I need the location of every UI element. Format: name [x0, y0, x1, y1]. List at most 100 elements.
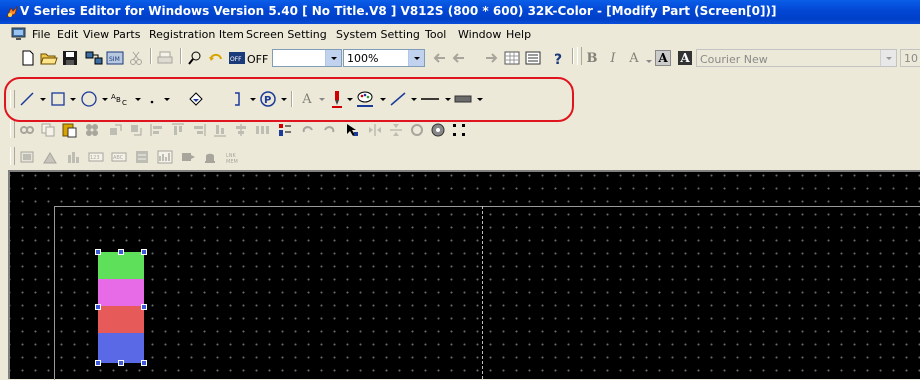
text-icon: ABC: [111, 93, 127, 107]
italic-button[interactable]: I: [603, 48, 623, 68]
off-toggle-button[interactable]: OFF: [227, 48, 247, 68]
memory-button[interactable]: LNK MEM: [223, 147, 243, 167]
menu-edit[interactable]: Edit: [57, 28, 78, 41]
selected-lamp-part[interactable]: [95, 249, 147, 366]
simulator-icon: SIM: [106, 51, 124, 65]
alarm-button[interactable]: [200, 147, 220, 167]
copy-button[interactable]: [38, 120, 58, 140]
resize-handle[interactable]: [141, 360, 147, 366]
resize-handle[interactable]: [95, 360, 101, 366]
open-file-button[interactable]: [39, 48, 59, 68]
zoom-button[interactable]: [185, 48, 205, 68]
resize-handle[interactable]: [141, 249, 147, 255]
bold-button[interactable]: B: [582, 48, 602, 68]
off-dropdown[interactable]: [272, 49, 342, 67]
distribute-button[interactable]: [252, 120, 272, 140]
align-bottom-button[interactable]: [210, 120, 230, 140]
menu-help[interactable]: Help: [506, 28, 531, 41]
rectangle-tool-button[interactable]: [48, 89, 68, 109]
menu-system-setting[interactable]: System Setting: [336, 28, 420, 41]
snap-button[interactable]: [428, 120, 448, 140]
message-button[interactable]: [132, 147, 152, 167]
pattern-tool-button[interactable]: P: [258, 89, 278, 109]
text-tool-button[interactable]: ABC: [110, 89, 130, 109]
dot-tool-button[interactable]: [142, 89, 162, 109]
fill-tool-button[interactable]: [186, 89, 206, 109]
undo-button[interactable]: [206, 48, 226, 68]
center-icon: [236, 124, 246, 136]
font-a-icon: A: [302, 91, 312, 107]
font-size-dropdown[interactable]: 10: [900, 49, 920, 67]
resize-handle[interactable]: [118, 249, 124, 255]
document-window-icon[interactable]: [11, 27, 26, 41]
fill-color-button[interactable]: [453, 89, 473, 109]
cut-button[interactable]: [126, 48, 146, 68]
new-file-button[interactable]: [18, 48, 38, 68]
rotate-right-button[interactable]: [319, 120, 339, 140]
save-button[interactable]: [60, 48, 80, 68]
paste-button[interactable]: [59, 120, 79, 140]
graph-part-button[interactable]: [63, 147, 83, 167]
bring-front-button[interactable]: [105, 120, 125, 140]
menu-parts[interactable]: Parts: [113, 28, 140, 41]
link-button[interactable]: [17, 120, 37, 140]
resize-handle[interactable]: [95, 249, 101, 255]
menu-tool[interactable]: Tool: [425, 28, 446, 41]
chart-button[interactable]: [155, 147, 175, 167]
line-style-button[interactable]: [388, 89, 408, 109]
mirror-button[interactable]: [386, 120, 406, 140]
line-tool-button[interactable]: [17, 89, 37, 109]
zoom-dropdown[interactable]: 100%: [343, 49, 425, 67]
text-shadow-button[interactable]: A: [675, 48, 695, 68]
menu-window[interactable]: Window: [458, 28, 501, 41]
font-name-dropdown[interactable]: [696, 49, 897, 67]
help-button[interactable]: ?: [548, 48, 568, 68]
menu-screen-setting[interactable]: Screen Setting: [246, 28, 327, 41]
char-display-button[interactable]: ABC: [109, 147, 129, 167]
rotate-left-button[interactable]: [298, 120, 318, 140]
group-button[interactable]: [82, 120, 102, 140]
property-button[interactable]: [275, 120, 295, 140]
lamp-part-button[interactable]: [40, 147, 60, 167]
resize-handle[interactable]: [118, 360, 124, 366]
sample-button[interactable]: [178, 147, 198, 167]
prev-screen-button[interactable]: [429, 48, 449, 68]
print-button[interactable]: [155, 48, 175, 68]
pointer-button[interactable]: [342, 120, 362, 140]
title-bar: V Series Editor for Windows Version 5.40…: [0, 0, 920, 24]
back-button[interactable]: [450, 48, 470, 68]
text-color-button[interactable]: A: [297, 89, 317, 109]
menu-view[interactable]: View: [83, 28, 109, 41]
simulator-button[interactable]: SIM: [105, 48, 125, 68]
menu-registration-item[interactable]: Registration Item: [149, 28, 244, 41]
switch-part-button[interactable]: [17, 147, 37, 167]
circle-tool-button[interactable]: [79, 89, 99, 109]
menu-file[interactable]: File: [32, 28, 50, 41]
bracket-tool-button[interactable]: [227, 89, 247, 109]
resize-handle[interactable]: [95, 304, 101, 310]
redraw-button[interactable]: [407, 120, 427, 140]
align-top-button[interactable]: [168, 120, 188, 140]
align-right-button[interactable]: [189, 120, 209, 140]
flip-button[interactable]: [365, 120, 385, 140]
resize-handle[interactable]: [141, 304, 147, 310]
screen-area[interactable]: [54, 206, 920, 380]
paint-color-button[interactable]: [355, 89, 375, 109]
align-left-button[interactable]: [147, 120, 167, 140]
font-size-button[interactable]: A: [624, 48, 644, 68]
dot-icon: [150, 100, 154, 104]
pen-color-button[interactable]: [327, 89, 347, 109]
numeric-display-button[interactable]: 123: [86, 147, 106, 167]
send-back-button[interactable]: [126, 120, 146, 140]
link-icon: [20, 126, 34, 134]
center-button[interactable]: [231, 120, 251, 140]
list-button[interactable]: [523, 48, 543, 68]
forward-button[interactable]: [481, 48, 501, 68]
line-width-button[interactable]: [420, 89, 440, 109]
grid-button[interactable]: [502, 48, 522, 68]
text-frame-button[interactable]: A: [653, 48, 673, 68]
app-icon[interactable]: [5, 5, 19, 19]
handle-button[interactable]: [449, 120, 469, 140]
window-title: V Series Editor for Windows Version 5.40…: [20, 4, 777, 18]
transfer-button[interactable]: [84, 48, 104, 68]
